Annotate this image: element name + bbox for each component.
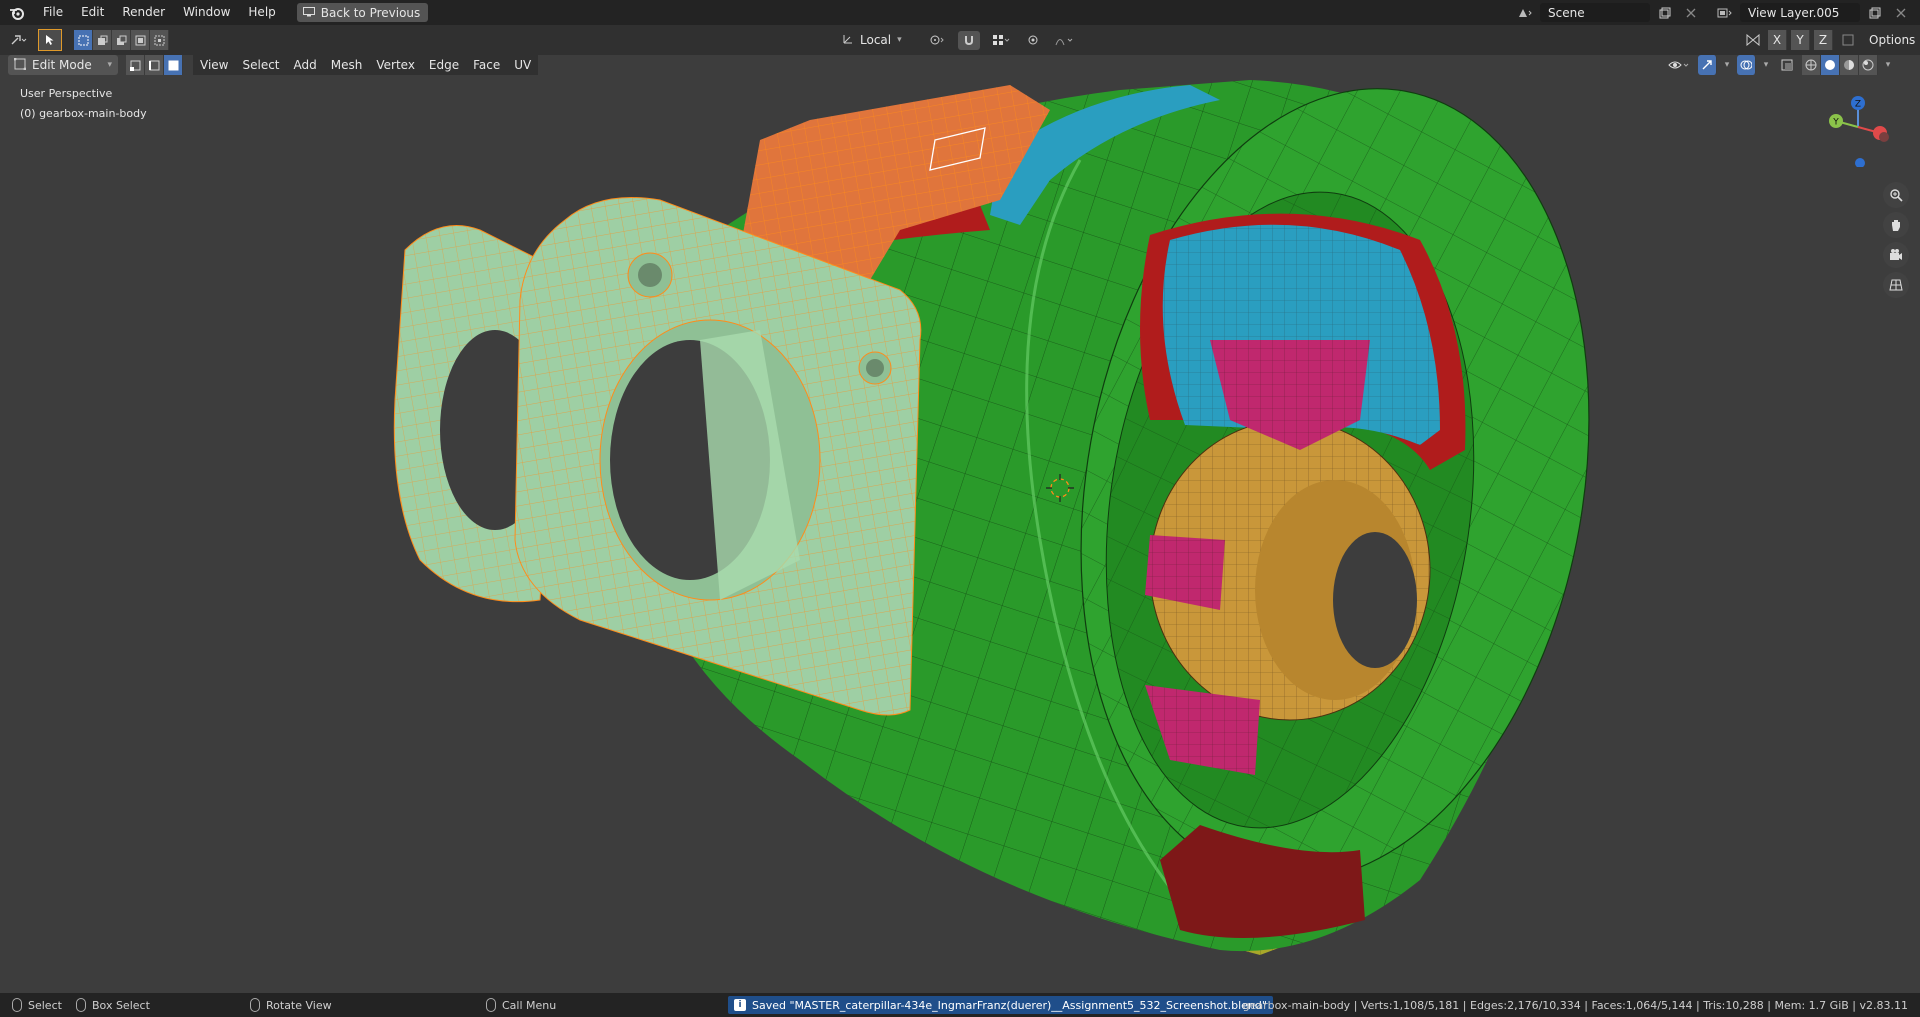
- mode-header: Edit Mode ▾ View Select Add Mesh Vertex …: [0, 55, 1920, 77]
- status-box-select-hint: Box Select: [76, 993, 150, 1017]
- edge-select-mode-icon[interactable]: [145, 55, 164, 75]
- menu-face[interactable]: Face: [466, 55, 508, 75]
- chevron-down-icon: ▾: [107, 60, 112, 70]
- wireframe-shading-icon[interactable]: [1802, 55, 1821, 75]
- scene-statistics: gearbox-main-body | Verts:1,108/5,181 | …: [1242, 998, 1908, 1012]
- mouse-middle-icon: [250, 998, 260, 1012]
- menu-view[interactable]: View: [193, 55, 236, 75]
- mirror-butterfly-icon[interactable]: [1742, 31, 1764, 50]
- mirror-x-toggle[interactable]: X: [1768, 30, 1787, 50]
- gizmo-z-label: Z: [1855, 100, 1861, 110]
- menu-help[interactable]: Help: [239, 0, 284, 25]
- menu-edit[interactable]: Edit: [72, 0, 113, 25]
- back-to-previous-label: Back to Previous: [320, 5, 421, 20]
- menu-add[interactable]: Add: [286, 55, 324, 75]
- mouse-drag-icon: [76, 998, 86, 1012]
- scene-selector-icon[interactable]: [1514, 3, 1536, 22]
- transform-orientation-dropdown[interactable]: Local ▾: [836, 30, 916, 50]
- menu-file[interactable]: File: [34, 0, 72, 25]
- delete-view-layer-icon[interactable]: [1890, 3, 1912, 22]
- status-call-menu-hint: Call Menu: [486, 993, 556, 1017]
- orientation-label: Local: [860, 33, 892, 47]
- menu-select[interactable]: Select: [235, 55, 287, 75]
- status-select-hint: Select: [12, 993, 62, 1017]
- status-select-label: Select: [28, 998, 62, 1012]
- menu-edge[interactable]: Edge: [421, 55, 467, 75]
- chevron-down-icon[interactable]: ▾: [1882, 56, 1894, 75]
- mouse-right-icon: [486, 998, 496, 1012]
- mirror-y-toggle[interactable]: Y: [1791, 30, 1810, 50]
- orientation-icon: [842, 33, 854, 48]
- face-select-mode-icon[interactable]: [164, 55, 183, 75]
- mode-label: Edit Mode: [32, 58, 92, 72]
- status-call-menu-label: Call Menu: [502, 998, 557, 1012]
- 3d-viewport[interactable]: User Perspective (0) gearbox-main-body Z…: [0, 25, 1920, 993]
- chevron-down-icon[interactable]: ▾: [1760, 56, 1772, 75]
- mouse-left-icon: [12, 998, 22, 1012]
- view-layer-selector-icon[interactable]: [1714, 3, 1736, 22]
- menu-window[interactable]: Window: [174, 0, 239, 25]
- snap-toggle-icon[interactable]: [958, 30, 980, 50]
- xray-toggle-icon[interactable]: [1776, 56, 1798, 75]
- mesh-render: [393, 80, 1590, 955]
- new-view-layer-icon[interactable]: [1864, 3, 1886, 22]
- select-intersect-icon[interactable]: [150, 30, 169, 50]
- pivot-point-icon[interactable]: [922, 31, 952, 50]
- chevron-down-icon[interactable]: ▾: [1721, 56, 1733, 75]
- proportional-edit-icon[interactable]: [1022, 31, 1044, 50]
- camera-view-icon[interactable]: [1883, 242, 1909, 268]
- mirror-z-toggle[interactable]: Z: [1814, 30, 1833, 50]
- status-rotate-view-label: Rotate View: [266, 998, 332, 1012]
- selected-front-flange: [514, 197, 922, 716]
- select-invert-icon[interactable]: [131, 30, 150, 50]
- perspective-grid-icon[interactable]: [1883, 272, 1909, 298]
- new-scene-icon[interactable]: [1654, 3, 1676, 22]
- axis-gizmo[interactable]: Z Y: [1818, 87, 1898, 168]
- vertex-select-mode-icon[interactable]: [126, 55, 145, 75]
- zoom-icon[interactable]: [1883, 182, 1909, 208]
- view-layer-field[interactable]: View Layer.005: [1740, 3, 1860, 22]
- info-icon: i: [734, 999, 746, 1011]
- scene-name-field[interactable]: Scene: [1540, 3, 1650, 22]
- viewport-object-label: (0) gearbox-main-body: [20, 107, 147, 120]
- gizmo-y-label: Y: [1832, 118, 1839, 128]
- options-label: Options: [1869, 33, 1916, 47]
- menu-vertex[interactable]: Vertex: [369, 55, 422, 75]
- status-box-select-label: Box Select: [92, 998, 150, 1012]
- screen-icon: [302, 6, 315, 20]
- falloff-curve-icon[interactable]: [1050, 31, 1080, 50]
- chevron-down-icon: ▾: [897, 35, 902, 45]
- visibility-eye-icon[interactable]: [1664, 56, 1694, 75]
- delete-scene-icon[interactable]: [1680, 3, 1702, 22]
- back-to-previous-button[interactable]: Back to Previous: [296, 3, 429, 22]
- topology-mirror-icon[interactable]: [1837, 31, 1859, 50]
- overlays-toggle-icon[interactable]: [1737, 55, 1756, 75]
- menu-render[interactable]: Render: [113, 0, 174, 25]
- select-subtract-icon[interactable]: [112, 30, 131, 50]
- status-rotate-view-hint: Rotate View: [250, 993, 332, 1017]
- status-bar: Select Box Select Rotate View Call Menu …: [0, 993, 1920, 1017]
- rendered-shading-icon[interactable]: [1859, 55, 1878, 75]
- status-stats: gearbox-main-body | Verts:1,108/5,181 | …: [1243, 993, 1908, 1017]
- select-extend-icon[interactable]: [93, 30, 112, 50]
- mode-dropdown[interactable]: Edit Mode ▾: [8, 55, 118, 75]
- status-saved-report[interactable]: i Saved "MASTER_caterpillar-434e_IngmarF…: [728, 993, 1273, 1017]
- solid-shading-icon[interactable]: [1821, 55, 1840, 75]
- tool-header: Local ▾ X Y Z Options ▾: [0, 25, 1920, 55]
- edit-mode-icon: [13, 57, 27, 73]
- material-shading-icon[interactable]: [1840, 55, 1859, 75]
- top-menu-bar: File Edit Render Window Help Back to Pre…: [0, 0, 1920, 25]
- saved-message: Saved "MASTER_caterpillar-434e_IngmarFra…: [752, 998, 1267, 1012]
- menu-mesh[interactable]: Mesh: [323, 55, 370, 75]
- pan-hand-icon[interactable]: [1883, 212, 1909, 238]
- snap-target-icon[interactable]: [986, 31, 1016, 50]
- menu-uv[interactable]: UV: [507, 55, 539, 75]
- gizmo-toggle-icon[interactable]: [1698, 55, 1717, 75]
- select-new-icon[interactable]: [74, 30, 93, 50]
- options-dropdown[interactable]: Options ▾: [1863, 30, 1920, 50]
- select-tool-icon[interactable]: [38, 29, 62, 51]
- editor-type-icon[interactable]: [8, 31, 30, 50]
- viewport-perspective-label: User Perspective: [20, 87, 113, 100]
- blender-logo-icon[interactable]: [0, 0, 34, 25]
